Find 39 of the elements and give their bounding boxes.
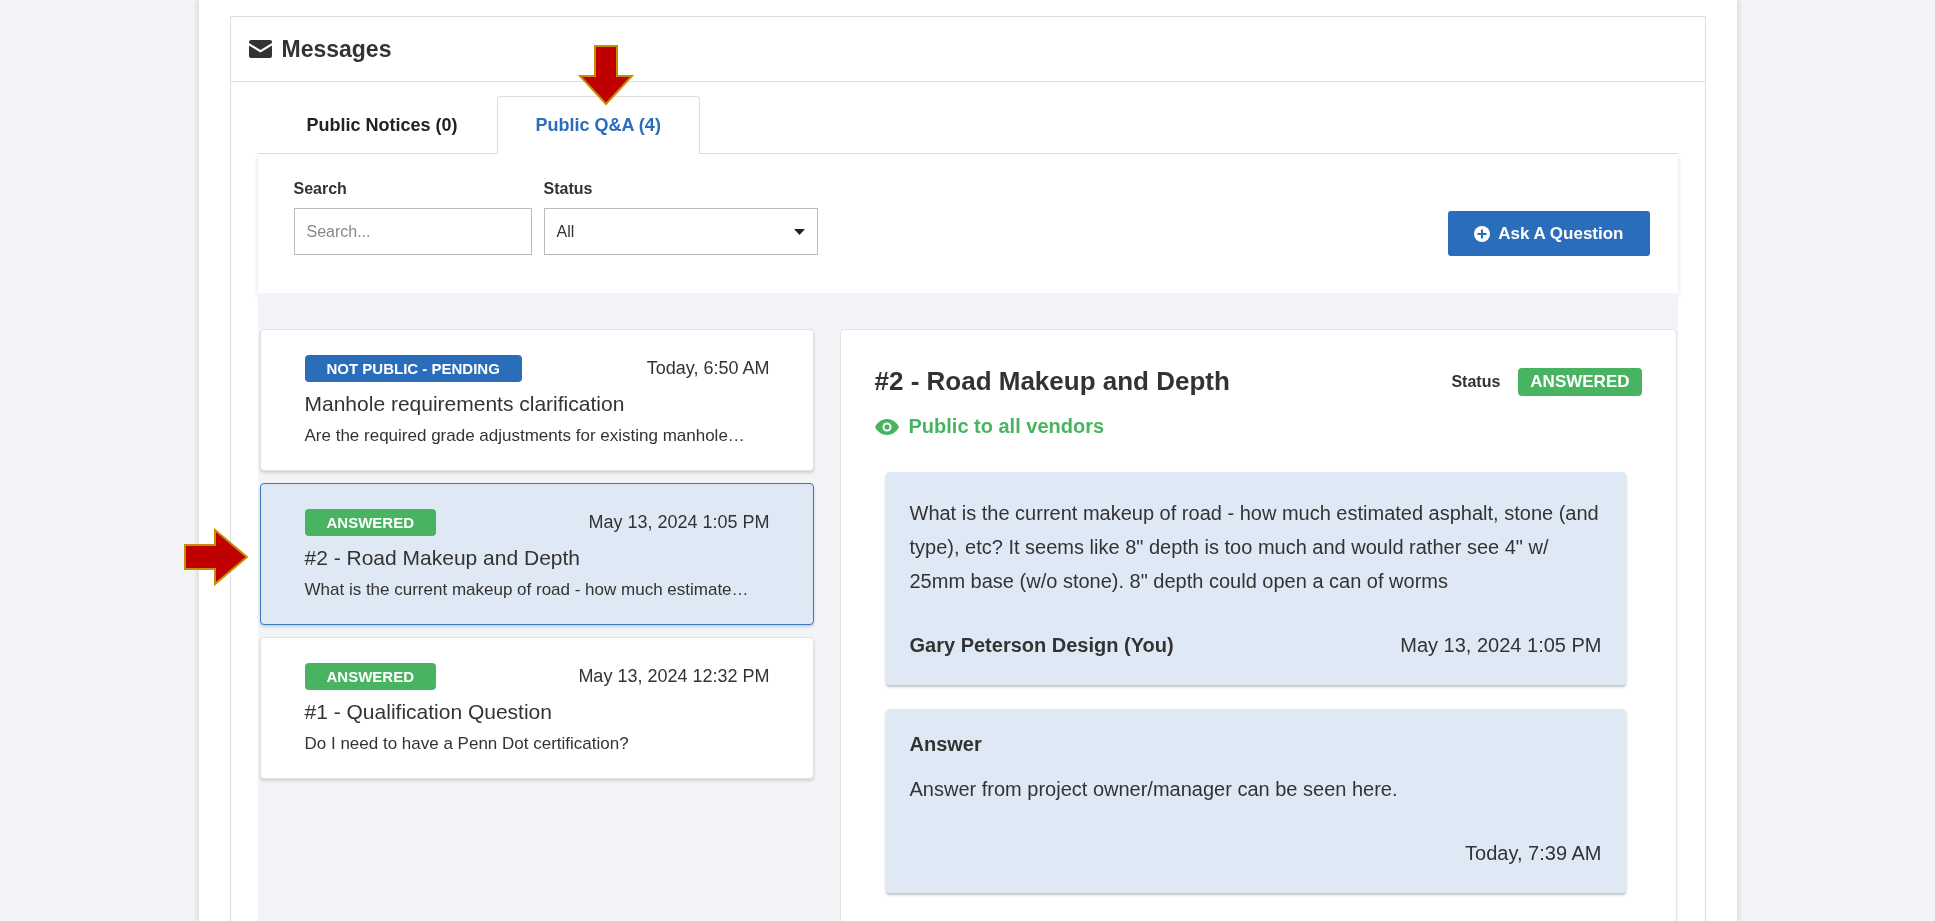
arrow-icon [578,44,634,106]
status-badge: ANSWERED [1518,367,1642,396]
question-title: #2 - Road Makeup and Depth [304,546,581,570]
eye-icon [874,418,899,435]
visibility-text: Public to all vendors [908,415,1105,438]
field-label: Status [543,180,594,198]
caret-icon [793,228,805,235]
status-badge: NOT PUBLIC - PENDING [304,355,522,382]
question-title: Manhole requirements clarification [304,392,626,416]
question-card[interactable]: ANSWERED May 13, 2024 12:32 PM #1 - Qualification Question Do I need to have a Penn Dot certification? [259,637,814,779]
answer-heading: Answer [909,733,983,756]
question-preview: Are the required grade adjustments for existing manhole… [304,426,746,446]
answer-time: Today, 7:39 AM [1465,842,1602,865]
status-badge: ANSWERED [304,663,436,690]
question-time: May 13, 2024 12:32 PM [578,666,770,687]
arrow-icon [183,528,249,586]
tab[interactable]: Public Notices (0) [267,96,497,154]
envelope-icon [248,40,272,58]
search-field[interactable]: Search... [293,208,532,255]
question-preview: What is the current makeup of road - how much estimate… [304,580,750,600]
message-text: What is the current makeup of road - how much estimated asphalt, stone (and type), etc? It seems like 8" depth is too much and would rather see 4" w/ 25mm base (w/o stone). 8" depth could open a can of worms [909,501,1600,594]
status-label: Status [1451,372,1501,391]
field-label: Search [293,180,348,198]
question-title: #2 - Road Makeup and Depth [874,366,1230,397]
message-time: May 13, 2024 1:05 PM [1400,634,1602,657]
question-time: May 13, 2024 1:05 PM [588,512,770,533]
plus-circle-icon [1474,225,1491,242]
question-title: #1 - Qualification Question [304,700,553,724]
question-card[interactable]: NOT PUBLIC - PENDING Today, 6:50 AM Manhole requirements clarification Are the required grade adjustments for existing manhole… [259,329,814,471]
question-time: Today, 6:50 AM [646,358,770,379]
question-card[interactable]: ANSWERED May 13, 2024 1:05 PM #2 - Road Makeup and Depth What is the current makeup of road - how much estimate… [259,483,814,625]
question-preview: Do I need to have a Penn Dot certification? [304,734,630,754]
tab[interactable]: Public Q&A (4) [496,96,700,154]
answer-text: Answer from project owner/manager can be seen here. [909,777,1399,802]
status-dropdown[interactable]: All [543,208,818,255]
section-title: Messages [281,35,392,63]
status-badge: ANSWERED [304,509,436,536]
ask-question-button[interactable]: Ask A Question [1448,211,1650,256]
message-author: Gary Peterson Design (You) [909,634,1174,657]
